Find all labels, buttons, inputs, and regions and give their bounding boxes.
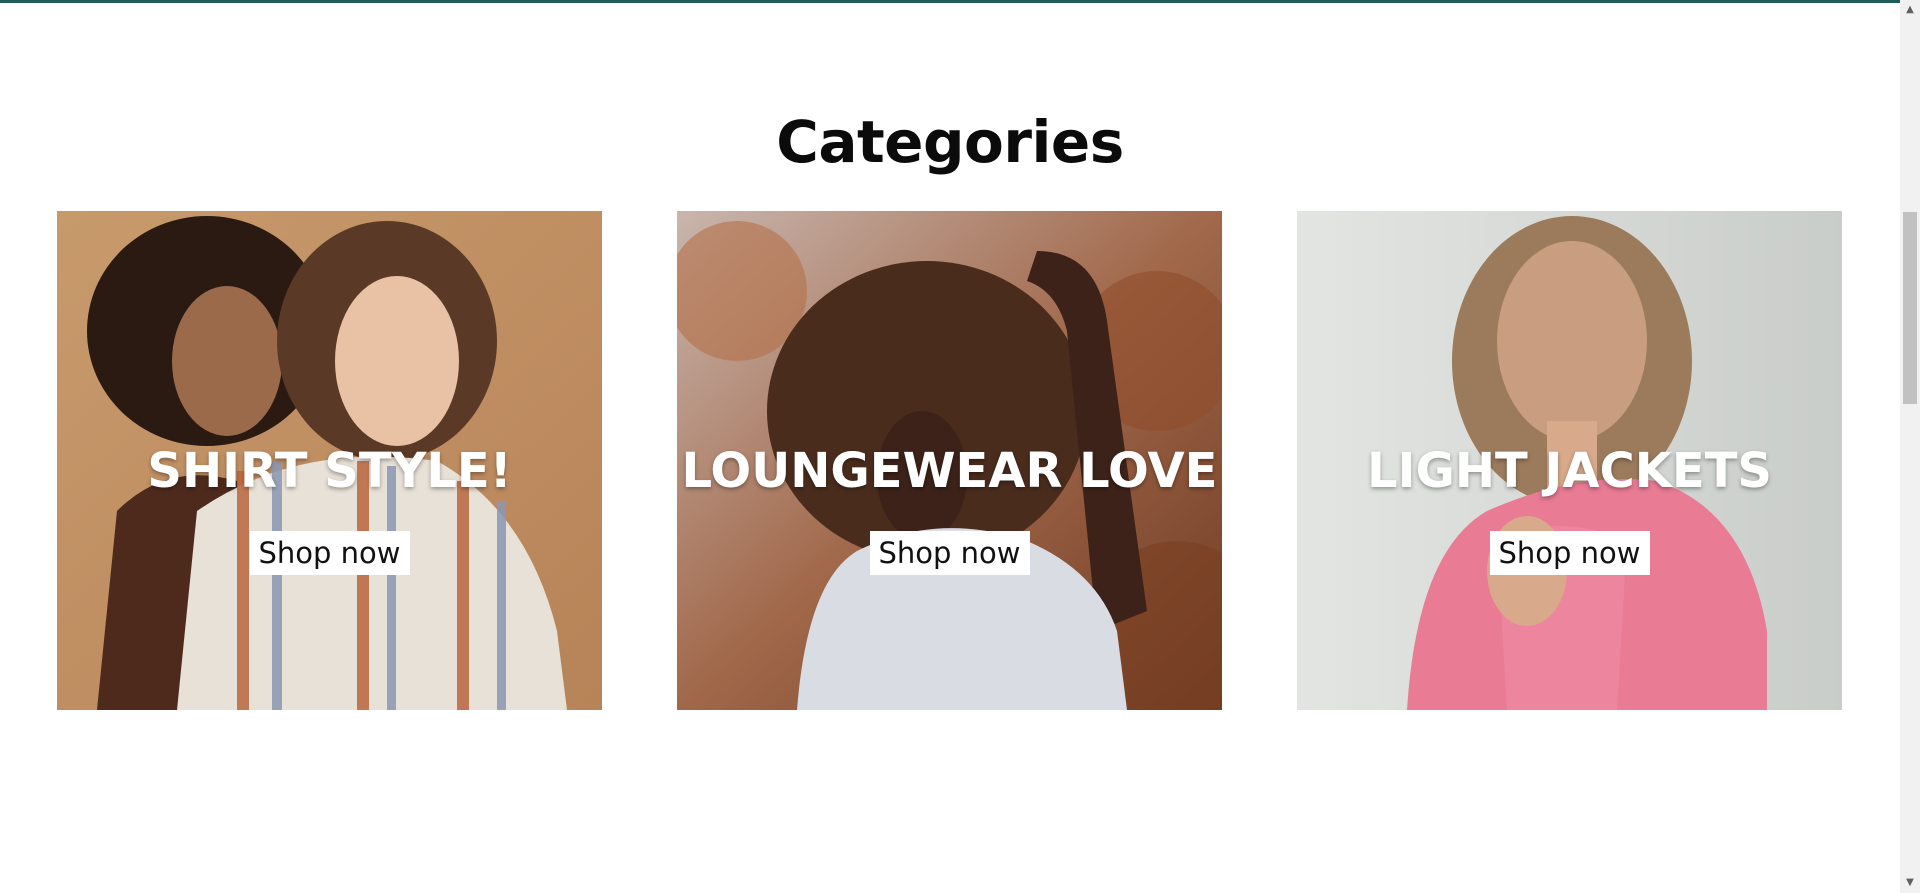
shop-now-button[interactable]: Shop now bbox=[249, 531, 410, 575]
category-title: LOUNGEWEAR LOVE bbox=[681, 443, 1218, 499]
scroll-down-arrow-icon[interactable]: ▼ bbox=[1900, 875, 1920, 891]
page-content: Categories SHIRT STYLE! Shop now LOUNGEW… bbox=[0, 0, 1900, 893]
vertical-scrollbar[interactable]: ▲ ▼ bbox=[1900, 0, 1920, 893]
section-title: Categories bbox=[776, 108, 1124, 176]
scroll-up-arrow-icon[interactable]: ▲ bbox=[1900, 2, 1920, 18]
category-title: LIGHT JACKETS bbox=[1367, 443, 1772, 499]
scrollbar-thumb[interactable] bbox=[1903, 212, 1917, 404]
shop-now-button[interactable]: Shop now bbox=[869, 531, 1030, 575]
category-card-shirt-style[interactable]: SHIRT STYLE! Shop now bbox=[57, 211, 602, 710]
category-card-loungewear-love[interactable]: LOUNGEWEAR LOVE Shop now bbox=[677, 211, 1222, 710]
category-card-light-jackets[interactable]: LIGHT JACKETS Shop now bbox=[1297, 211, 1842, 710]
category-title: SHIRT STYLE! bbox=[147, 443, 512, 499]
shop-now-button[interactable]: Shop now bbox=[1489, 531, 1650, 575]
